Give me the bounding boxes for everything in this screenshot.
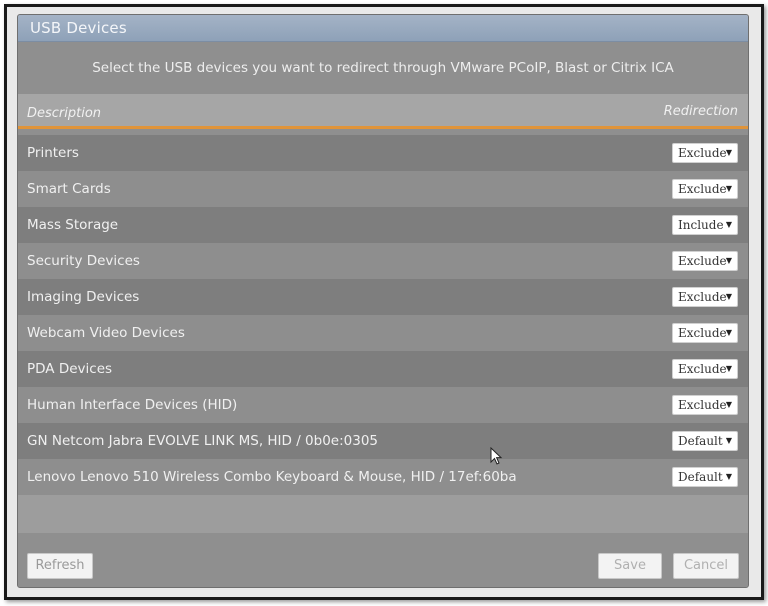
instructions-text: Select the USB devices you want to redir… [92,60,674,76]
redirection-select[interactable]: Exclude ▼ [672,179,738,199]
table-header: Description Redirection [18,94,748,129]
chevron-down-icon: ▼ [725,400,732,409]
select-value: Exclude [678,146,727,160]
refresh-button[interactable]: Refresh [27,553,93,579]
chevron-down-icon: ▼ [725,364,732,373]
chevron-down-icon: ▼ [725,472,732,481]
redirection-select[interactable]: Exclude ▼ [672,359,738,379]
row-description: Webcam Video Devices [27,325,185,341]
column-header-redirection: Redirection [663,104,738,119]
column-header-description: Description [27,106,102,121]
redirection-select[interactable]: Default ▼ [672,467,738,487]
table-row: Mass Storage Include ▼ [18,207,748,243]
select-value: Exclude [678,254,727,268]
table-row: Imaging Devices Exclude ▼ [18,279,748,315]
table-row: Smart Cards Exclude ▼ [18,171,748,207]
redirection-select[interactable]: Include ▼ [672,215,738,235]
table-row: Webcam Video Devices Exclude ▼ [18,315,748,351]
redirection-select[interactable]: Exclude ▼ [672,287,738,307]
redirection-select[interactable]: Default ▼ [672,431,738,451]
dialog-footer: Refresh Save Cancel [18,545,748,587]
select-value: Default [678,434,723,448]
save-button[interactable]: Save [598,553,662,579]
row-description: GN Netcom Jabra EVOLVE LINK MS, HID / 0b… [27,433,379,449]
select-value: Exclude [678,290,727,304]
usb-devices-dialog: USB Devices Select the USB devices you w… [17,14,749,588]
chevron-down-icon: ▼ [725,328,732,337]
table-row: PDA Devices Exclude ▼ [18,351,748,387]
table-row: GN Netcom Jabra EVOLVE LINK MS, HID / 0b… [18,423,748,459]
window-frame: USB Devices Select the USB devices you w… [4,4,764,600]
chevron-down-icon: ▼ [725,256,732,265]
device-list: Printers Exclude ▼ Smart Cards Exclude ▼ M… [18,135,748,533]
row-description: Mass Storage [27,217,119,233]
cancel-button[interactable]: Cancel [673,553,739,579]
redirection-select[interactable]: Exclude ▼ [672,143,738,163]
table-row: Security Devices Exclude ▼ [18,243,748,279]
dialog-title: USB Devices [18,15,748,42]
redirection-select[interactable]: Exclude ▼ [672,251,738,271]
row-description: Lenovo Lenovo 510 Wireless Combo Keyboar… [27,469,517,485]
table-row: Printers Exclude ▼ [18,135,748,171]
list-empty-area [18,495,748,533]
row-description: Security Devices [27,253,140,269]
row-description: Smart Cards [27,181,111,197]
table-row: Lenovo Lenovo 510 Wireless Combo Keyboar… [18,459,748,495]
select-value: Exclude [678,398,727,412]
redirection-select[interactable]: Exclude ▼ [672,323,738,343]
chevron-down-icon: ▼ [725,436,732,445]
row-description: Human Interface Devices (HID) [27,397,238,413]
table-row: Human Interface Devices (HID) Exclude ▼ [18,387,748,423]
select-value: Default [678,470,723,484]
select-value: Exclude [678,326,727,340]
chevron-down-icon: ▼ [725,184,732,193]
row-description: Imaging Devices [27,289,140,305]
chevron-down-icon: ▼ [725,220,732,229]
chevron-down-icon: ▼ [725,148,732,157]
chevron-down-icon: ▼ [725,292,732,301]
mouse-pointer-icon [490,447,503,465]
row-description: Printers [27,145,79,161]
redirection-select[interactable]: Exclude ▼ [672,395,738,415]
select-value: Exclude [678,362,727,376]
row-description: PDA Devices [27,361,113,377]
select-value: Exclude [678,182,727,196]
select-value: Include [678,218,724,232]
